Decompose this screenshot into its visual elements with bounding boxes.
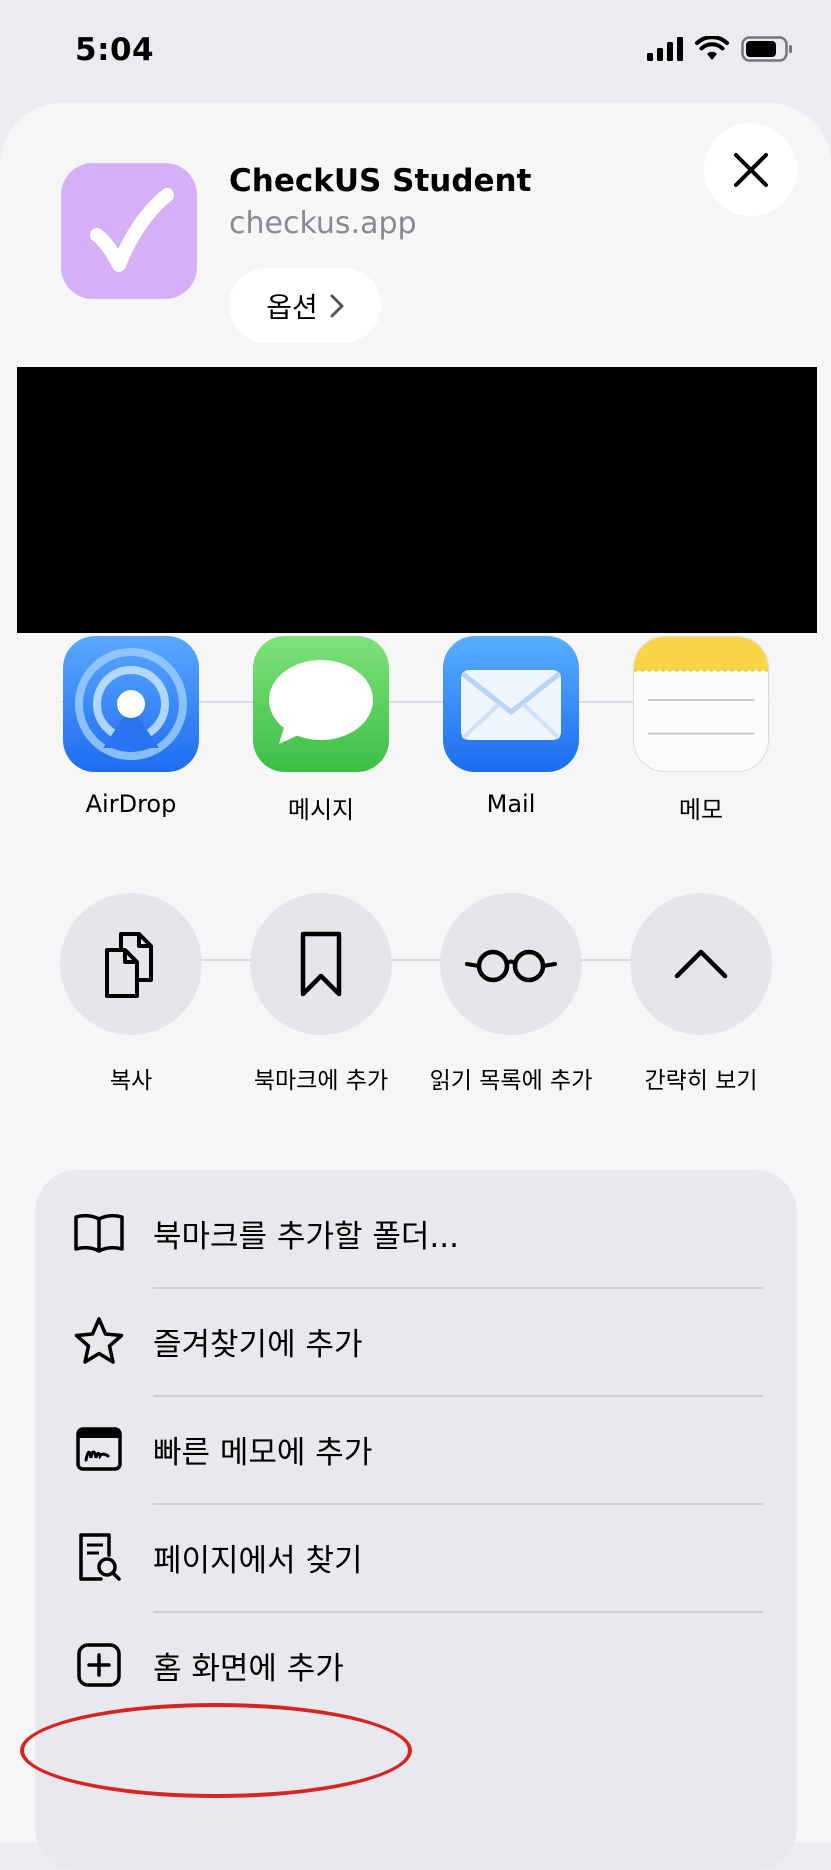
action-add-reading-list[interactable]: 읽기 목록에 추가 bbox=[421, 893, 601, 1095]
menu-item-label: 페이지에서 찾기 bbox=[153, 1542, 363, 1579]
action-circle bbox=[60, 893, 202, 1035]
highlight-annotation bbox=[20, 1703, 412, 1798]
find-in-page-icon bbox=[73, 1531, 125, 1583]
menu-item-quick-note[interactable]: 빠른 메모에 추가 bbox=[35, 1396, 797, 1502]
close-button[interactable] bbox=[704, 123, 797, 216]
status-time: 5:04 bbox=[75, 32, 155, 68]
reading-list-icon bbox=[465, 949, 557, 983]
app-title: CheckUS Student bbox=[229, 163, 532, 199]
action-circle bbox=[630, 893, 772, 1035]
action-label: 복사 bbox=[109, 1068, 153, 1094]
mail-icon bbox=[443, 636, 579, 772]
share-app-label: Mail bbox=[486, 790, 536, 818]
chevron-up-icon bbox=[674, 949, 728, 979]
share-app-label: AirDrop bbox=[85, 790, 177, 818]
share-app-mail[interactable]: Mail bbox=[441, 636, 581, 818]
action-circle bbox=[250, 893, 392, 1035]
menu-item-label: 홈 화면에 추가 bbox=[153, 1650, 344, 1687]
app-icon bbox=[61, 163, 197, 299]
action-circle bbox=[440, 893, 582, 1035]
menu-item-find-on-page[interactable]: 페이지에서 찾기 bbox=[35, 1504, 797, 1610]
menu-item-add-to-home-screen[interactable]: 홈 화면에 추가 bbox=[35, 1612, 797, 1718]
add-square-icon bbox=[73, 1639, 125, 1691]
star-icon bbox=[73, 1315, 125, 1367]
share-app-airdrop[interactable]: AirDrop bbox=[61, 636, 201, 818]
options-button[interactable]: 옵션 bbox=[229, 268, 381, 343]
battery-icon bbox=[741, 36, 792, 62]
copy-icon bbox=[105, 932, 153, 998]
close-icon bbox=[733, 152, 768, 187]
menu-item-label: 즐겨찾기에 추가 bbox=[153, 1326, 363, 1363]
status-bar: 5:04 bbox=[0, 0, 831, 100]
share-app-notes[interactable]: 메모 bbox=[631, 636, 771, 825]
menu-item-label: 북마크를 추가할 폴더... bbox=[153, 1218, 459, 1255]
menu-item-label: 빠른 메모에 추가 bbox=[153, 1434, 373, 1471]
chevron-right-icon bbox=[330, 294, 344, 317]
action-copy[interactable]: 복사 bbox=[41, 893, 221, 1095]
quick-note-icon bbox=[73, 1423, 125, 1475]
menu-item-add-favorites[interactable]: 즐겨찾기에 추가 bbox=[35, 1288, 797, 1394]
checkmark-icon bbox=[90, 188, 174, 272]
share-app-label: 메시지 bbox=[287, 796, 355, 824]
wifi-icon bbox=[695, 36, 729, 60]
share-app-messages[interactable]: 메시지 bbox=[251, 636, 391, 825]
cellular-signal-icon bbox=[647, 37, 683, 61]
link-preview bbox=[17, 367, 817, 633]
share-app-label: 메모 bbox=[678, 796, 724, 824]
status-icons bbox=[647, 36, 793, 62]
bookmark-icon bbox=[300, 931, 342, 997]
app-url: checkus.app bbox=[229, 206, 417, 241]
action-add-bookmark[interactable]: 북마크에 추가 bbox=[231, 893, 411, 1095]
menu-item-bookmark-folder[interactable]: 북마크를 추가할 폴더... bbox=[35, 1180, 797, 1286]
options-label: 옵션 bbox=[266, 290, 318, 324]
messages-icon bbox=[253, 636, 389, 772]
action-show-less[interactable]: 간략히 보기 bbox=[611, 893, 791, 1095]
action-label: 읽기 목록에 추가 bbox=[429, 1068, 593, 1094]
action-label: 간략히 보기 bbox=[644, 1068, 758, 1094]
notes-icon bbox=[633, 636, 769, 772]
airdrop-icon bbox=[63, 636, 199, 772]
book-icon bbox=[73, 1207, 125, 1259]
action-label: 북마크에 추가 bbox=[253, 1068, 389, 1094]
